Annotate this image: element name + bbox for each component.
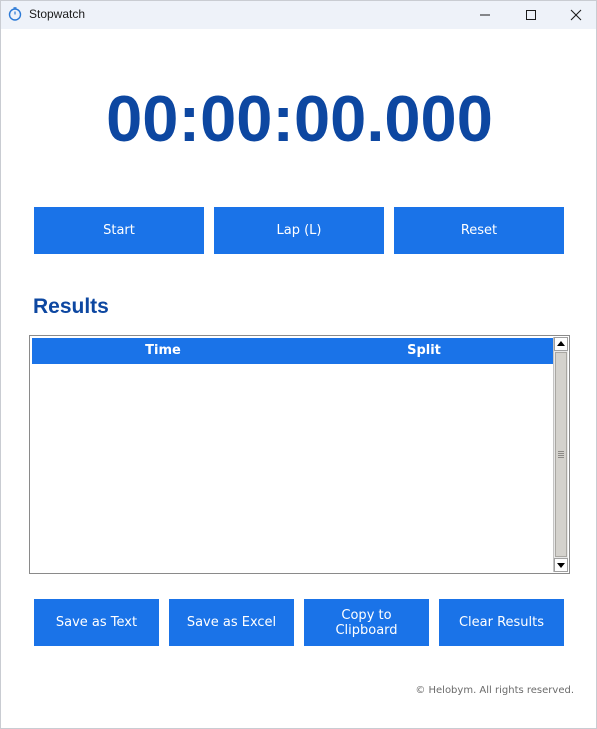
close-button[interactable] xyxy=(553,1,597,29)
results-heading: Results xyxy=(33,295,109,318)
column-header-time[interactable]: Time xyxy=(32,338,294,364)
clear-results-button[interactable]: Clear Results xyxy=(439,599,564,646)
grip-line xyxy=(558,457,564,458)
stopwatch-icon xyxy=(8,7,22,21)
vertical-scrollbar[interactable] xyxy=(553,337,568,572)
lap-button[interactable]: Lap (L) xyxy=(214,207,384,254)
copy-to-clipboard-button[interactable]: Copy to Clipboard xyxy=(304,599,429,646)
scroll-down-button[interactable] xyxy=(554,558,568,572)
grip-line xyxy=(558,453,564,454)
results-table-header: Time Split xyxy=(32,338,554,364)
title-bar[interactable]: Stopwatch xyxy=(1,1,596,29)
save-as-excel-button[interactable]: Save as Excel xyxy=(169,599,294,646)
reset-button[interactable]: Reset xyxy=(394,207,564,254)
scroll-thumb[interactable] xyxy=(555,352,567,557)
window-title: Stopwatch xyxy=(29,7,86,21)
column-header-split[interactable]: Split xyxy=(294,338,554,364)
start-button[interactable]: Start xyxy=(34,207,204,254)
grip-line xyxy=(558,451,564,452)
minimize-button[interactable] xyxy=(462,1,508,29)
timer-display: 00:00:00.000 xyxy=(106,82,493,155)
maximize-button[interactable] xyxy=(508,1,554,29)
scroll-up-button[interactable] xyxy=(554,337,568,351)
grip-line xyxy=(558,455,564,456)
save-as-text-button[interactable]: Save as Text xyxy=(34,599,159,646)
close-icon xyxy=(570,9,582,21)
stopwatch-window: Stopwatch 00:00:00.000 Start Lap (L) Res… xyxy=(0,0,597,729)
minimize-icon xyxy=(480,14,490,16)
arrow-up-icon xyxy=(557,341,565,346)
results-list[interactable]: Time Split xyxy=(29,335,570,574)
copyright-footer: © Helobym. All rights reserved. xyxy=(415,685,574,696)
maximize-icon xyxy=(526,10,536,20)
arrow-down-icon xyxy=(557,563,565,568)
